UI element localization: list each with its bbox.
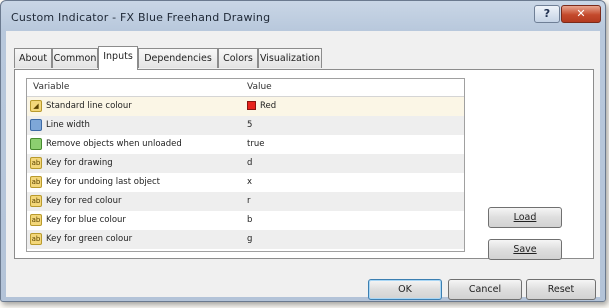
string-icon: ab	[30, 195, 42, 207]
string-icon: ab	[30, 233, 42, 245]
input-value[interactable]: d	[247, 158, 252, 168]
dialog-client-area: About Common Inputs Dependencies Colors …	[6, 31, 600, 300]
input-variable-name: Key for blue colour	[46, 215, 126, 225]
input-value[interactable]: true	[247, 139, 264, 149]
input-value[interactable]: b	[247, 215, 252, 225]
color-swatch	[247, 101, 256, 110]
input-variable-name: Key for red colour	[46, 196, 122, 206]
input-row-key-drawing[interactable]: ab Key for drawing d	[27, 154, 464, 173]
close-icon: ✕	[576, 7, 586, 20]
input-value[interactable]: x	[247, 177, 252, 187]
input-row-key-undo[interactable]: ab Key for undoing last object x	[27, 173, 464, 192]
dialog-window: Custom Indicator - FX Blue Freehand Draw…	[0, 0, 606, 302]
input-value[interactable]: g	[247, 234, 252, 244]
column-header-variable[interactable]: Variable	[33, 82, 69, 92]
reset-button[interactable]: Reset	[526, 279, 596, 300]
load-button-label: Load	[513, 212, 537, 223]
input-value[interactable]: 5	[247, 120, 252, 130]
input-row-key-blue[interactable]: ab Key for blue colour b	[27, 211, 464, 230]
window-title: Custom Indicator - FX Blue Freehand Draw…	[11, 11, 271, 24]
input-variable-name: Key for drawing	[46, 158, 113, 168]
string-icon: ab	[30, 176, 42, 188]
input-row-standard-line-colour[interactable]: ◢ Standard line colour Red	[27, 97, 464, 116]
ok-button[interactable]: OK	[368, 279, 442, 300]
grid-header: Variable Value	[27, 79, 464, 97]
input-variable-name: Remove objects when unloaded	[46, 139, 182, 149]
input-row-remove-objects[interactable]: Remove objects when unloaded true	[27, 135, 464, 154]
string-icon: ab	[30, 157, 42, 169]
input-row-key-red[interactable]: ab Key for red colour r	[27, 192, 464, 211]
load-button[interactable]: Load	[488, 207, 562, 228]
input-variable-name: Key for green colour	[46, 234, 133, 244]
save-button[interactable]: Save	[488, 239, 562, 260]
close-button[interactable]: ✕	[561, 5, 601, 23]
tab-dependencies[interactable]: Dependencies	[138, 48, 218, 68]
tab-inputs[interactable]: Inputs	[98, 46, 138, 70]
bool-icon	[30, 138, 42, 150]
help-button[interactable]: ?	[534, 5, 560, 23]
input-variable-name: Key for undoing last object	[46, 177, 160, 187]
input-row-key-green[interactable]: ab Key for green colour g	[27, 230, 464, 249]
input-variable-name: Standard line colour	[46, 101, 132, 111]
input-variable-name: Line width	[46, 120, 90, 130]
color-icon: ◢	[30, 100, 42, 112]
input-value[interactable]: Red	[260, 101, 276, 111]
number-icon	[30, 119, 42, 131]
save-button-label: Save	[513, 244, 537, 255]
cancel-button[interactable]: Cancel	[448, 279, 522, 300]
help-icon: ?	[543, 7, 551, 20]
tab-colors[interactable]: Colors	[218, 48, 258, 68]
title-bar[interactable]: Custom Indicator - FX Blue Freehand Draw…	[1, 1, 605, 31]
tab-common[interactable]: Common	[52, 48, 98, 68]
tab-visualization[interactable]: Visualization	[258, 48, 322, 68]
string-icon: ab	[30, 214, 42, 226]
input-value[interactable]: r	[247, 196, 251, 206]
tab-about[interactable]: About	[14, 48, 52, 68]
column-header-value[interactable]: Value	[247, 82, 272, 92]
inputs-grid[interactable]: Variable Value ◢ Standard line colour Re…	[26, 78, 465, 252]
input-row-line-width[interactable]: Line width 5	[27, 116, 464, 135]
